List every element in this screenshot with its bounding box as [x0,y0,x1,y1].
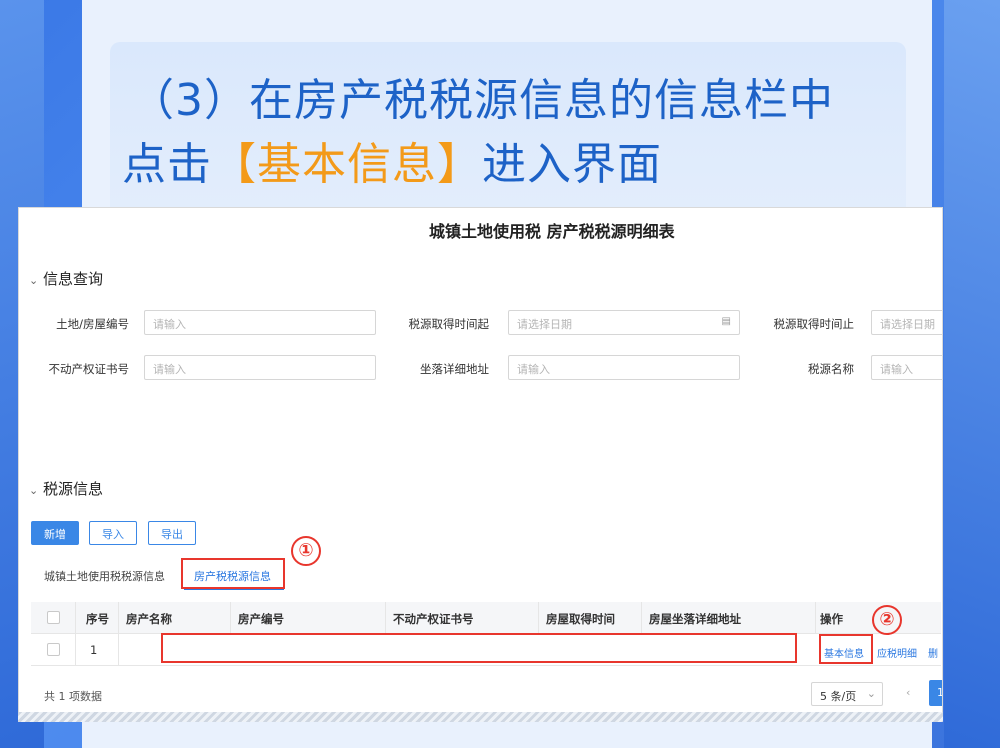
section-query-header[interactable]: ⌄ 信息查询 [29,268,103,289]
annotation-step-1: ① [291,536,321,566]
section-query-title: 信息查询 [43,270,104,288]
cert-no-input[interactable]: 请输入 [144,355,376,380]
annotation-step-2: ② [872,605,902,635]
col-address: 房屋坐落详细地址 [642,602,816,634]
page-title: 城镇土地使用税 房产税税源明细表 [429,222,675,241]
page-size-select[interactable]: 5 条/页 ⌄ [811,682,883,706]
annotation-box-row [161,633,797,663]
col-property-id: 房产编号 [231,602,386,634]
table-header-row: 序号 房产名称 房产编号 不动产权证书号 房屋取得时间 房屋坐落详细地址 操作 [31,602,941,634]
export-button[interactable]: 导出 [148,521,196,545]
address-input[interactable]: 请输入 [508,355,740,380]
chevron-down-icon: ⌄ [29,274,39,287]
current-page-button[interactable]: 1 [929,680,942,706]
prev-page-button[interactable]: ‹ [906,686,910,699]
heading-highlight: 【基本信息】 [212,139,482,190]
page-size-value: 5 条/页 [820,690,857,703]
field-label-cert-no: 不动产权证书号 [48,362,130,376]
taxable-detail-link[interactable]: 应税明细 [877,645,917,660]
add-button[interactable]: 新增 [31,521,79,545]
total-count: 共 1 项数据 [44,690,102,703]
background-right [944,0,1000,748]
panel-bottom-edge [18,712,943,722]
time-start-date-picker[interactable]: 请选择日期 ▤ [508,310,740,335]
field-label-source-name: 税源名称 [808,362,854,376]
checkbox[interactable] [46,611,60,624]
annotation-box-tab [181,558,285,589]
source-name-input[interactable]: 请输入 [871,355,942,380]
screenshot-panel: 城镇土地使用税 房产税税源明细表 ⌄ 信息查询 土地/房屋编号 请输入 税源取得时… [18,207,943,719]
delete-link[interactable]: 删 [928,645,938,660]
col-index: 序号 [76,602,119,634]
chevron-down-icon: ⌄ [866,687,876,700]
chevron-down-icon: ⌄ [29,484,39,497]
heading-line-2-pre: 点击 [122,139,212,190]
calendar-icon: ▤ [721,316,731,327]
heading-line-1: （3）在房产税税源信息的信息栏中 [130,75,834,126]
row-index: 1 [76,634,119,666]
field-label-time-end: 税源取得时间止 [773,317,855,331]
row-select[interactable] [31,634,76,666]
heading-line-2: 点击【基本信息】进入界面 [122,128,662,192]
col-cert-no: 不动产权证书号 [386,602,539,634]
col-acquire-time: 房屋取得时间 [539,602,642,634]
time-start-placeholder: 请选择日期 [517,318,572,331]
col-property-name: 房产名称 [119,602,231,634]
field-label-time-start: 税源取得时间起 [408,317,490,331]
checkbox[interactable] [46,643,60,656]
field-label-address: 坐落详细地址 [420,362,489,376]
land-id-input[interactable]: 请输入 [144,310,376,335]
heading-line-2-post: 进入界面 [482,139,662,190]
header-select-all[interactable] [31,602,76,634]
annotation-box-basic-info [819,634,873,664]
section-source-header[interactable]: ⌄ 税源信息 [29,478,103,499]
field-label-land-id: 土地/房屋编号 [56,317,129,331]
import-button[interactable]: 导入 [89,521,137,545]
tab-land-use-tax[interactable]: 城镇土地使用税税源信息 [44,568,165,584]
time-end-date-picker[interactable]: 请选择日期 [871,310,942,335]
section-source-title: 税源信息 [43,480,104,498]
